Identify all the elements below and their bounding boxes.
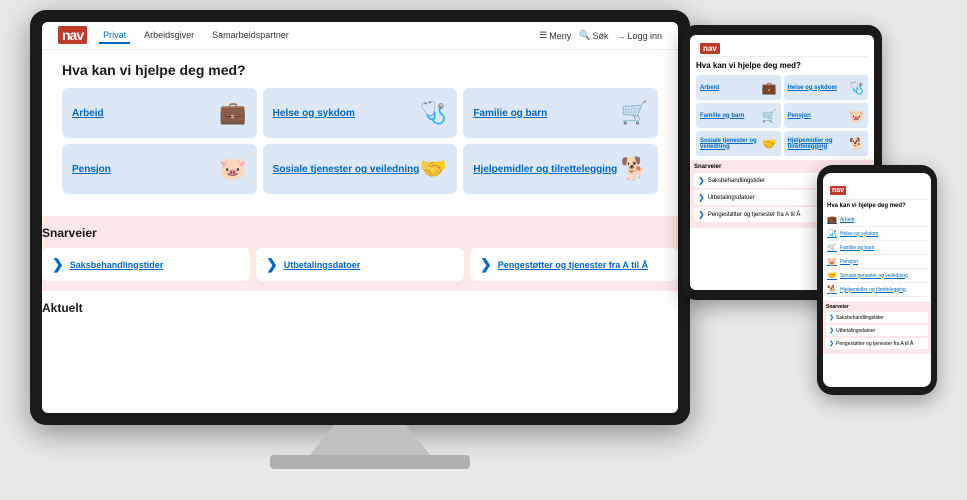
shortcut-pengstotter[interactable]: ❯ Pengestøtter og tjenester fra A til Å [470,248,678,281]
nav-tabs: Privat Arbeidsgiver Samarbeidspartner [99,28,293,44]
site-header: nav Privat Arbeidsgiver Samarbeidspartne… [42,22,678,50]
login-icon: → [616,31,625,41]
tab-privat[interactable]: Privat [99,28,130,44]
phone-hjelpemidler-icon: 🐕 [827,285,837,294]
phone-shortcuts-heading: Snarveier [826,304,928,310]
phone-sosiale-icon: 🤝 [827,271,837,280]
category-helse[interactable]: Helse og sykdom 🩺 [263,88,458,138]
tablet-card-arbeid[interactable]: Arbeid 💼 [696,75,781,100]
tablet-logo: nav [700,44,720,53]
arbeid-icon: 💼 [219,100,246,126]
phone-pensjon-icon: 🐷 [827,257,837,266]
category-familie[interactable]: Familie og barn 🛒 [463,88,658,138]
aktuelt-section: Aktuelt [42,291,678,333]
tablet-arbeid-icon: 💼 [762,81,777,95]
phone-item-arbeid[interactable]: 💼 Arbeid [827,213,927,227]
shortcut-arrow-1: ❯ [52,256,64,273]
main-content: Hva kan vi hjelpe deg med? Arbeid 💼 Hels… [42,50,678,216]
phone-item-pensjon[interactable]: 🐷 Pensjon [827,255,927,269]
familie-icon: 🛒 [621,100,648,126]
search-icon: 🔍 [579,30,590,41]
search-action[interactable]: 🔍 Søk [579,30,608,41]
shortcuts-grid: ❯ Saksbehandlingstider ❯ Utbetalingsdato… [42,248,678,281]
monitor-frame: nav Privat Arbeidsgiver Samarbeidspartne… [30,10,690,425]
tablet-header: nav [696,41,868,57]
phone-arrow-3: ❯ [829,340,834,347]
page-heading: Hva kan vi hjelpe deg med? [62,62,658,78]
login-action[interactable]: → Logg inn [616,30,662,41]
phone-logo: nav [830,179,846,197]
phone-arrow-2: ❯ [829,327,834,334]
phone-shortcuts: Snarveier ❯ Saksbehandlingstider ❯ Utbet… [823,301,931,354]
phone-item-hjelpemidler[interactable]: 🐕 Hjelpemidler og tilrettelegging [827,283,927,297]
phone-shortcut-1[interactable]: ❯ Saksbehandlingstider [826,312,928,323]
shortcut-saksbehandling[interactable]: ❯ Saksbehandlingstider [42,248,250,281]
tablet-grid: Arbeid 💼 Helse og sykdom 🩺 Familie og ba… [696,75,868,156]
helse-icon: 🩺 [420,100,447,126]
phone-helse-icon: 🩺 [827,229,837,238]
category-grid: Arbeid 💼 Helse og sykdom 🩺 Familie og ba… [62,88,658,194]
aktuelt-heading: Aktuelt [42,301,678,315]
tab-arbeidsgiver[interactable]: Arbeidsgiver [140,28,198,44]
tablet-card-sosiale[interactable]: Sosiale tjenester og veiledning 🤝 [696,131,781,156]
category-arbeid[interactable]: Arbeid 💼 [62,88,257,138]
menu-action[interactable]: ☰ Meny [539,30,571,41]
tablet-arrow-2: ❯ [698,193,705,202]
nav-actions: ☰ Meny 🔍 Søk → Logg inn [539,30,662,41]
category-sosiale[interactable]: Sosiale tjenester og veiledning 🤝 [263,144,458,194]
tablet-card-hjelpemidler[interactable]: Hjelpemidler og tilrettelegging 🐕 [784,131,869,156]
nav-logo: nav [58,27,87,45]
monitor-screen: nav Privat Arbeidsgiver Samarbeidspartne… [42,22,678,413]
tablet-helse-icon: 🩺 [849,81,864,95]
phone-heading: Hva kan vi hjelpe deg med? [827,203,927,209]
shortcuts-heading: Snarveier [42,226,678,240]
tablet-hjelpemidler-icon: 🐕 [849,137,864,151]
phone-frame: nav Hva kan vi hjelpe deg med? 💼 Arbeid … [817,165,937,395]
phone-list: 💼 Arbeid 🩺 Helse og sykdom 🛒 Familie og … [827,213,927,297]
nav-website: nav Privat Arbeidsgiver Samarbeidspartne… [42,22,678,413]
shortcuts-section: Snarveier ❯ Saksbehandlingstider ❯ Utbet… [42,216,678,291]
phone-screen: nav Hva kan vi hjelpe deg med? 💼 Arbeid … [823,173,931,387]
phone-item-helse[interactable]: 🩺 Helse og sykdom [827,227,927,241]
scene: nav Privat Arbeidsgiver Samarbeidspartne… [0,0,967,500]
monitor: nav Privat Arbeidsgiver Samarbeidspartne… [30,10,710,470]
hjelpemidler-icon: 🐕 [621,156,648,182]
tablet-familie-icon: 🛒 [762,109,777,123]
pensjon-icon: 🐷 [219,156,246,182]
tablet-card-familie[interactable]: Familie og barn 🛒 [696,103,781,128]
sosiale-icon: 🤝 [420,156,447,182]
category-pensjon[interactable]: Pensjon 🐷 [62,144,257,194]
tablet-heading: Hva kan vi hjelpe deg med? [696,61,868,70]
tablet-arrow-1: ❯ [698,176,705,185]
phone-familie-icon: 🛒 [827,243,837,252]
monitor-stand [310,425,430,455]
shortcut-arrow-3: ❯ [480,256,492,273]
menu-icon: ☰ [539,30,547,41]
phone-header: nav [827,177,927,200]
phone-shortcut-2[interactable]: ❯ Utbetalingsdatoer [826,325,928,336]
phone-item-familie[interactable]: 🛒 Familie og barn [827,241,927,255]
tablet-sosiale-icon: 🤝 [762,137,777,151]
phone-arbeid-icon: 💼 [827,215,837,224]
phone-shortcut-3[interactable]: ❯ Pengestøtter og tjenester fra A til Å [826,338,928,349]
tablet-card-pensjon[interactable]: Pensjon 🐷 [784,103,869,128]
phone: nav Hva kan vi hjelpe deg med? 💼 Arbeid … [817,165,937,395]
phone-content: nav Hva kan vi hjelpe deg med? 💼 Arbeid … [823,173,931,358]
shortcut-utbetaling[interactable]: ❯ Utbetalingsdatoer [256,248,464,281]
tab-samarbeidspartner[interactable]: Samarbeidspartner [208,28,293,44]
monitor-base [270,455,470,469]
tablet-pensjon-icon: 🐷 [849,109,864,123]
tablet-arrow-3: ❯ [698,210,705,219]
phone-item-sosiale[interactable]: 🤝 Sosiale tjenester og veiledning [827,269,927,283]
category-hjelpemidler[interactable]: Hjelpemidler og tilrettelegging 🐕 [463,144,658,194]
tablet-card-helse[interactable]: Helse og sykdom 🩺 [784,75,869,100]
phone-arrow-1: ❯ [829,314,834,321]
shortcut-arrow-2: ❯ [266,256,278,273]
